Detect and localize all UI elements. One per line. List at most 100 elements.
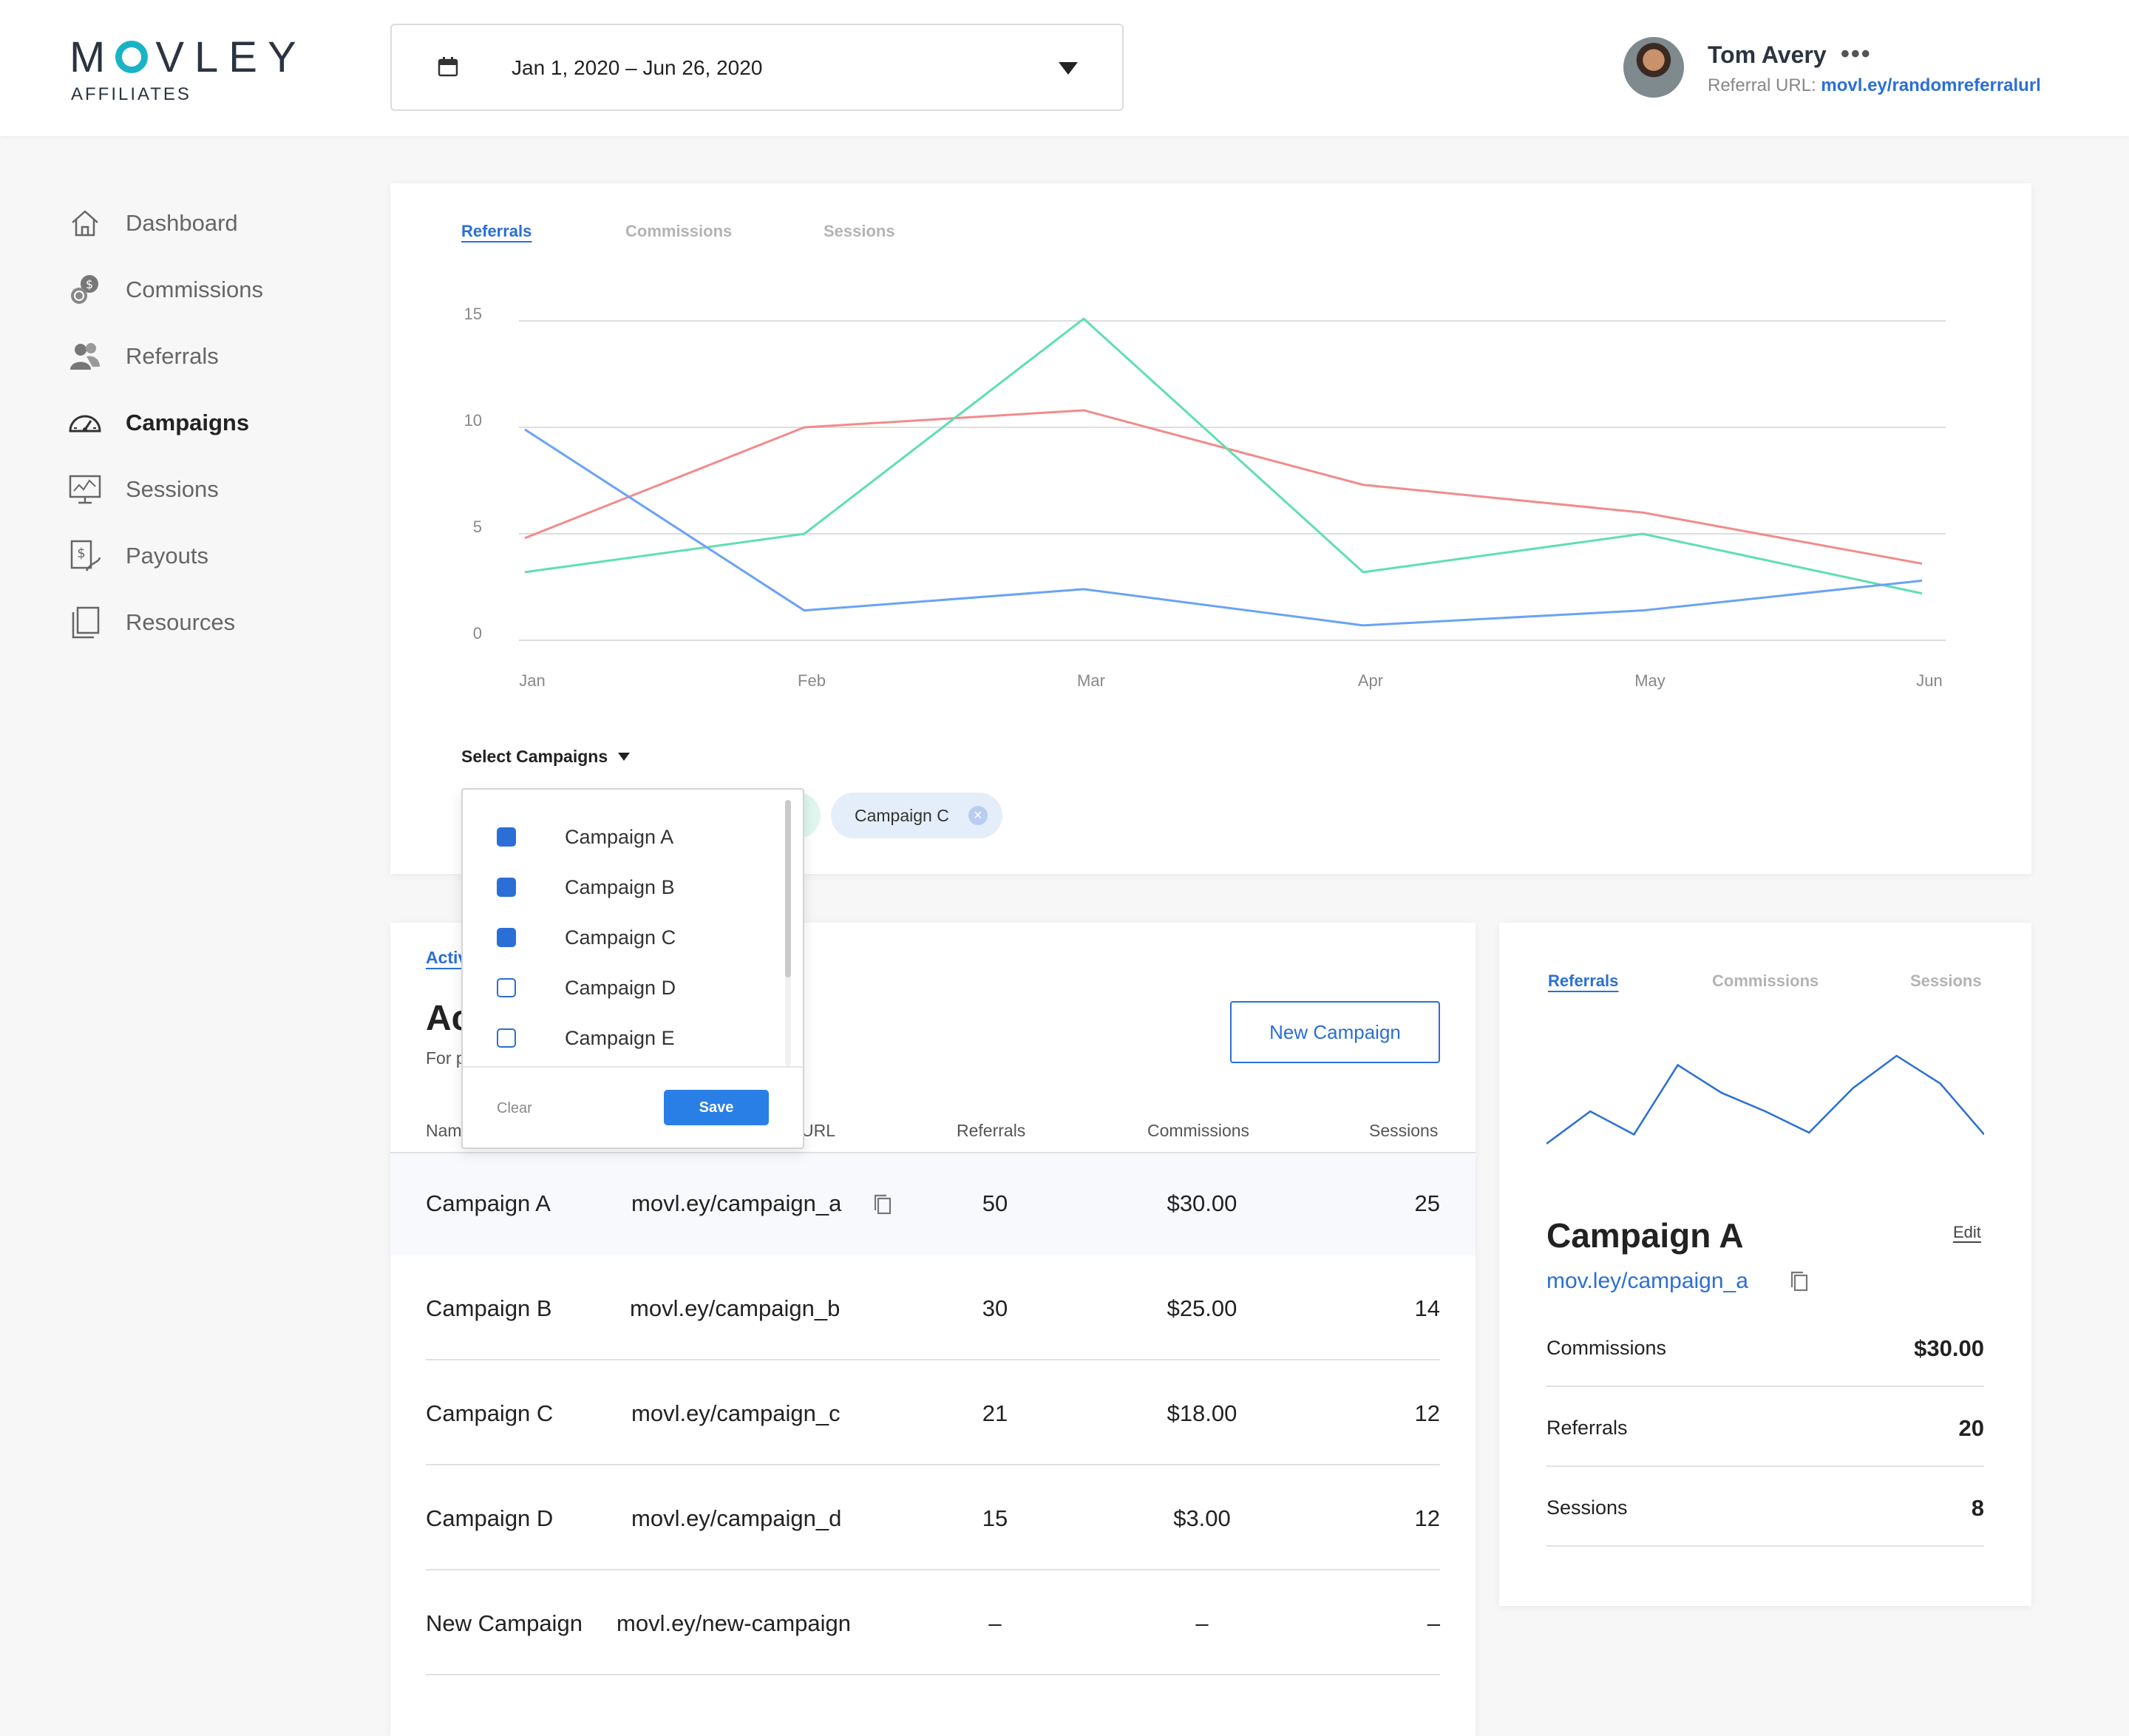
table-row[interactable] — [390, 1257, 1476, 1360]
cell-commissions: $25.00 — [1167, 1295, 1237, 1321]
row-divider — [426, 1359, 1440, 1360]
cell-name: New Campaign — [426, 1610, 583, 1636]
select-campaigns-caret-icon[interactable] — [618, 753, 630, 761]
brand-logo[interactable]: M VLEY — [69, 33, 307, 82]
more-options-icon[interactable]: ••• — [1841, 40, 1872, 69]
cell-referrals: 30 — [982, 1295, 1008, 1321]
stat-divider — [1546, 1545, 1984, 1547]
sidebar-item-sessions[interactable]: Sessions — [68, 472, 219, 507]
new-campaign-button[interactable]: New Campaign — [1230, 1001, 1440, 1063]
sparkline-path — [1546, 1054, 1984, 1145]
dropdown-option-campaign-c[interactable]: Campaign C — [497, 923, 676, 952]
payout-icon: $ — [68, 539, 102, 573]
dropdown-option-campaign-e[interactable]: Campaign E — [497, 1023, 675, 1053]
referrals-sparkline — [1546, 1054, 1984, 1145]
avatar[interactable] — [1623, 37, 1684, 98]
cell-commissions: $30.00 — [1167, 1190, 1237, 1216]
detail-url[interactable]: mov.ley/campaign_a — [1546, 1269, 1748, 1294]
y-tick-label: 0 — [473, 624, 482, 642]
select-campaigns-label[interactable]: Select Campaigns — [461, 747, 608, 767]
date-range-picker[interactable]: Jan 1, 2020 – Jun 26, 2020 — [390, 24, 1124, 111]
referral-url-link[interactable]: movl.ey/randomreferralurl — [1821, 75, 2040, 95]
detail-title: Campaign A — [1546, 1216, 1744, 1255]
save-button[interactable]: Save — [664, 1090, 769, 1125]
sidebar-item-referrals[interactable]: Referrals — [68, 339, 219, 374]
cell-sessions: 14 — [1414, 1295, 1440, 1321]
option-label: Campaign D — [565, 976, 676, 999]
option-label: Campaign C — [565, 926, 676, 949]
cell-sessions: 25 — [1414, 1190, 1440, 1216]
copy-icon[interactable] — [1789, 1270, 1810, 1292]
checkbox-checked[interactable] — [497, 827, 516, 847]
table-row[interactable] — [390, 1153, 1476, 1255]
svg-text:$: $ — [77, 546, 85, 561]
sidebar-item-campaigns[interactable]: Campaigns — [68, 405, 249, 441]
dropdown-option-campaign-b[interactable]: Campaign B — [497, 872, 675, 902]
stat-value-sessions: 8 — [1971, 1495, 1984, 1521]
col-header-sessions[interactable]: Sessions — [1369, 1121, 1438, 1141]
sidebar-item-dashboard[interactable]: Dashboard — [68, 206, 238, 241]
gauge-icon — [68, 406, 102, 440]
col-header-referrals[interactable]: Referrals — [957, 1121, 1025, 1141]
sidebar-item-commissions[interactable]: $ Commissions — [68, 272, 263, 308]
referrals-line-chart: 0 5 10 15 Jan Feb Mar Apr May Jun — [464, 305, 1946, 690]
detail-tab-commissions[interactable]: Commissions — [1712, 972, 1819, 991]
dropdown-scrollbar[interactable] — [785, 800, 791, 1066]
cell-sessions: 12 — [1414, 1400, 1440, 1426]
dropdown-option-campaign-a[interactable]: Campaign A — [497, 822, 673, 852]
sidebar-item-label: Commissions — [126, 277, 264, 302]
row-divider — [426, 1464, 1440, 1465]
campaigns-subtitle: For p — [426, 1048, 466, 1068]
sidebar-item-resources[interactable]: Resources — [68, 605, 235, 640]
col-header-name[interactable]: Nam — [426, 1121, 462, 1141]
cell-name: Campaign A — [426, 1190, 551, 1216]
tab-referrals[interactable]: Referrals — [461, 222, 532, 241]
x-tick-label: Apr — [1358, 671, 1383, 690]
series-line-0 — [524, 409, 1923, 565]
stat-divider — [1546, 1386, 1984, 1387]
dropdown-option-campaign-d[interactable]: Campaign D — [497, 973, 676, 1003]
checkbox-checked[interactable] — [497, 928, 516, 947]
campaign-select-dropdown[interactable]: Campaign A Campaign B Campaign C Campaig… — [461, 788, 804, 1149]
remove-chip-icon[interactable]: × — [968, 806, 988, 825]
sidebar-item-label: Payouts — [126, 543, 209, 569]
coins-icon: $ — [68, 273, 102, 307]
cell-name: Campaign B — [426, 1295, 552, 1321]
checkbox-unchecked[interactable] — [497, 978, 516, 997]
cell-commissions: – — [1195, 1610, 1209, 1636]
cell-referrals: – — [988, 1610, 1002, 1636]
logo-subtitle: AFFILIATES — [71, 84, 191, 104]
cell-url: movl.ey/campaign_d — [631, 1505, 842, 1531]
sidebar-item-payouts[interactable]: $ Payouts — [68, 538, 208, 574]
campaign-chip[interactable]: Campaign C × — [831, 793, 1002, 838]
x-tick-label: Jan — [519, 671, 545, 690]
tab-commissions[interactable]: Commissions — [625, 222, 732, 241]
col-header-url[interactable]: URL — [801, 1121, 835, 1141]
checkbox-unchecked[interactable] — [497, 1028, 516, 1048]
detail-tab-referrals[interactable]: Referrals — [1548, 972, 1618, 991]
cell-commissions: $3.00 — [1173, 1505, 1231, 1531]
y-tick-label: 10 — [464, 411, 482, 430]
sidebar-item-label: Referrals — [126, 343, 219, 369]
scrollbar-thumb[interactable] — [785, 800, 791, 977]
clear-button[interactable]: Clear — [497, 1100, 532, 1117]
option-label: Campaign B — [565, 875, 675, 898]
referral-url-line: Referral URL: movl.ey/randomreferralurl — [1708, 75, 2041, 96]
logo-o-ring-icon — [115, 41, 149, 73]
cell-url: movl.ey/campaign_c — [631, 1400, 841, 1426]
sidebar-item-label: Resources — [126, 609, 236, 635]
users-icon — [68, 339, 102, 373]
checkbox-checked[interactable] — [497, 878, 516, 897]
row-divider — [426, 1569, 1440, 1570]
copy-icon[interactable] — [872, 1193, 893, 1215]
y-tick-label: 15 — [464, 305, 482, 323]
tab-sessions[interactable]: Sessions — [824, 222, 895, 241]
edit-link[interactable]: Edit — [1953, 1223, 1981, 1242]
col-header-commissions[interactable]: Commissions — [1147, 1121, 1249, 1141]
referral-url-label: Referral URL: — [1708, 75, 1816, 95]
x-tick-label: Jun — [1916, 671, 1942, 690]
cell-referrals: 50 — [982, 1190, 1008, 1216]
cell-url: movl.ey/new-campaign — [617, 1610, 852, 1636]
monitor-chart-icon — [68, 472, 102, 506]
detail-tab-sessions[interactable]: Sessions — [1910, 972, 1982, 991]
